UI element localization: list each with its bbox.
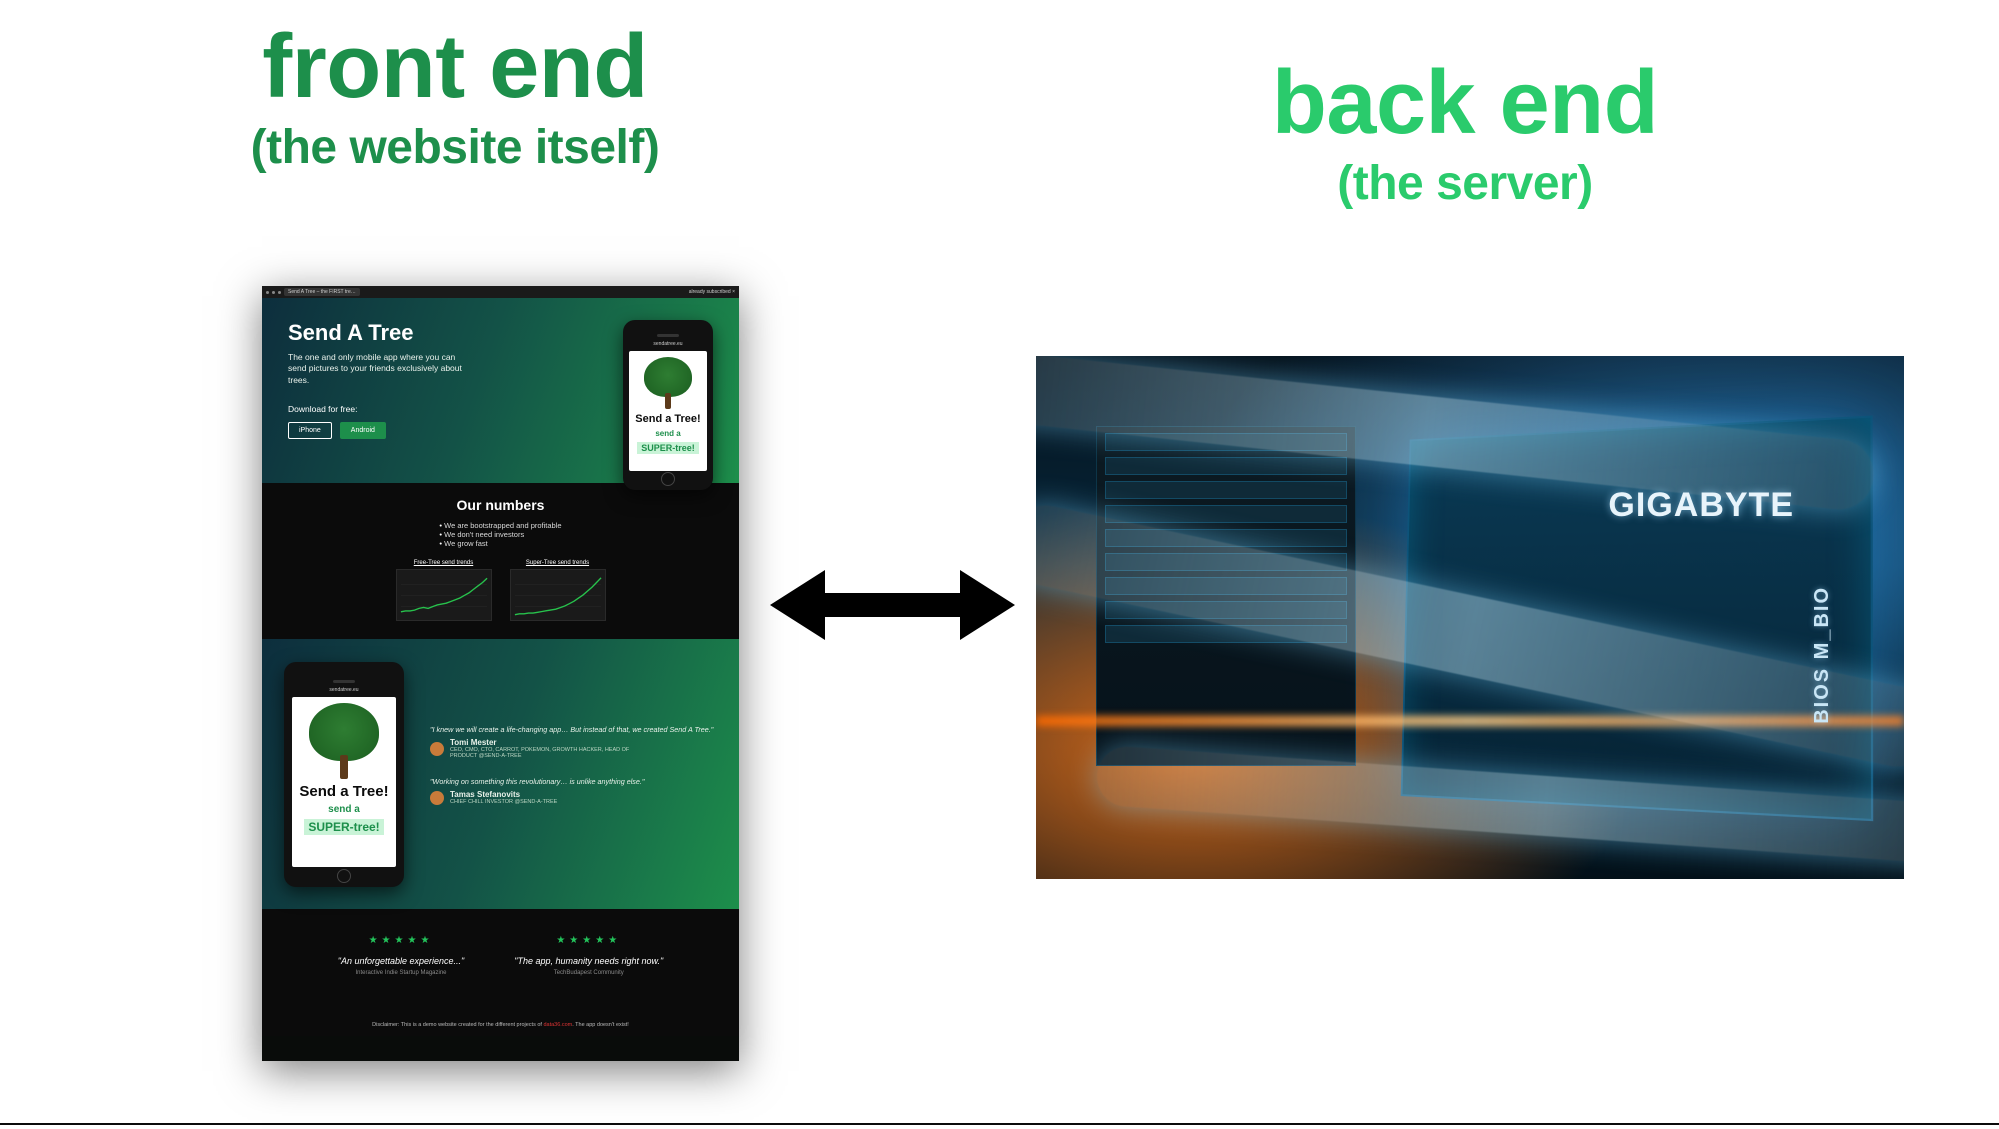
numbers-section: Our numbers We are bootstrapped and prof… — [262, 483, 739, 639]
numbers-bullets: We are bootstrapped and profitable We do… — [439, 521, 561, 548]
chart-plot — [510, 569, 606, 621]
testimonial-quote: "I knew we will create a life-changing a… — [430, 725, 717, 734]
avatar-icon — [430, 791, 444, 805]
browser-right-status: already subscribed × — [689, 289, 735, 295]
hero-phone-mock: sendatree.eu Send a Tree! send a SUPER-t… — [623, 320, 713, 490]
hero-section: Send A Tree The one and only mobile app … — [262, 298, 739, 483]
slide-bottom-rule — [0, 1123, 1999, 1125]
phone-line1: Send a Tree! — [635, 413, 700, 425]
review-text: "The app, humanity needs right now." — [514, 956, 663, 966]
chart-plot — [396, 569, 492, 621]
review-source: Interactive Indie Startup Magazine — [338, 970, 464, 976]
testimonial-name: Tomi Mester — [450, 738, 630, 747]
numbers-bullet: We grow fast — [439, 539, 561, 548]
download-label: Download for free: — [288, 404, 605, 414]
review-text: "An unforgettable experience..." — [338, 956, 464, 966]
disclaimer-link[interactable]: data36.com — [543, 1022, 572, 1028]
chart-free-tree: Free-Tree send trends — [396, 560, 492, 621]
testimonial-name: Tamas Stefanovits — [450, 790, 557, 799]
reviews-section: ★★★★★ "An unforgettable experience..." I… — [262, 909, 739, 1016]
bidirectional-arrow-icon — [770, 565, 1015, 645]
disclaimer-suffix: . The app doesn't exist! — [572, 1022, 629, 1028]
phone-home-button-icon — [337, 869, 351, 883]
phone-speaker-icon — [657, 334, 679, 337]
chart-title: Free-Tree send trends — [396, 560, 492, 566]
hero-title: Send A Tree — [288, 320, 605, 346]
browser-chrome: Send A Tree – the FIRST tre… already sub… — [262, 286, 739, 298]
numbers-bullet: We don't need investors — [439, 530, 561, 539]
bios-label: BIOS M_BIO — [1811, 586, 1834, 724]
download-iphone-button[interactable]: iPhone — [288, 422, 332, 439]
testimonial-role: CHIEF CHILL INVESTOR @SEND-A-TREE — [450, 799, 557, 805]
download-android-button[interactable]: Android — [340, 422, 386, 439]
tree-icon — [309, 703, 379, 779]
frontend-subtitle: (the website itself) — [180, 122, 730, 175]
backend-title: back end — [1190, 58, 1740, 148]
review: ★★★★★ "The app, humanity needs right now… — [514, 935, 663, 976]
star-rating-icon: ★★★★★ — [338, 935, 464, 946]
testimonial: "Working on something this revolutionary… — [430, 777, 717, 805]
star-rating-icon: ★★★★★ — [514, 935, 663, 946]
disclaimer: Disclaimer: This is a demo website creat… — [262, 1016, 739, 1036]
quotes-section: sendatree.eu Send a Tree! send a SUPER-t… — [262, 639, 739, 909]
hero-tagline: The one and only mobile app where you ca… — [288, 352, 468, 386]
phone-line2: send a — [655, 429, 680, 438]
phone-line3: SUPER-tree! — [304, 819, 383, 835]
browser-tab[interactable]: Send A Tree – the FIRST tre… — [284, 288, 360, 296]
testimonial: "I knew we will create a life-changing a… — [430, 725, 717, 759]
tree-icon — [644, 357, 692, 409]
numbers-heading: Our numbers — [262, 497, 739, 513]
review: ★★★★★ "An unforgettable experience..." I… — [338, 935, 464, 976]
chart-title: Super-Tree send trends — [510, 560, 606, 566]
frontend-title: front end — [180, 22, 730, 112]
phone-line1: Send a Tree! — [299, 783, 388, 800]
backend-subtitle: (the server) — [1190, 158, 1740, 211]
chart-super-tree: Super-Tree send trends — [510, 560, 606, 621]
phone-home-button-icon — [661, 472, 675, 486]
phone-url: sendatree.eu — [292, 687, 396, 693]
avatar-icon — [430, 742, 444, 756]
phone-speaker-icon — [333, 680, 355, 683]
phone-url: sendatree.eu — [629, 341, 707, 347]
traffic-light-icon — [266, 291, 269, 294]
review-source: TechBudapest Community — [514, 970, 663, 976]
phone-line2: send a — [328, 804, 360, 815]
motherboard-brand-label: GIGABYTE — [1608, 486, 1794, 525]
traffic-light-icon — [272, 291, 275, 294]
backend-heading: back end (the server) — [1190, 58, 1740, 211]
traffic-light-icon — [278, 291, 281, 294]
phone-line3: SUPER-tree! — [637, 442, 699, 454]
frontend-heading: front end (the website itself) — [180, 22, 730, 175]
testimonial-role: CEO, CMO, CTO, CARROT, POKEMON, GROWTH H… — [450, 747, 630, 759]
frontend-website-mock: Send A Tree – the FIRST tre… already sub… — [262, 286, 739, 1061]
server-hardware-image: GIGABYTE BIOS M_BIO — [1035, 355, 1905, 880]
disclaimer-prefix: Disclaimer: This is a demo website creat… — [372, 1022, 543, 1028]
quotes-phone-mock: sendatree.eu Send a Tree! send a SUPER-t… — [284, 662, 404, 887]
testimonial-quote: "Working on something this revolutionary… — [430, 777, 717, 786]
numbers-bullet: We are bootstrapped and profitable — [439, 521, 561, 530]
